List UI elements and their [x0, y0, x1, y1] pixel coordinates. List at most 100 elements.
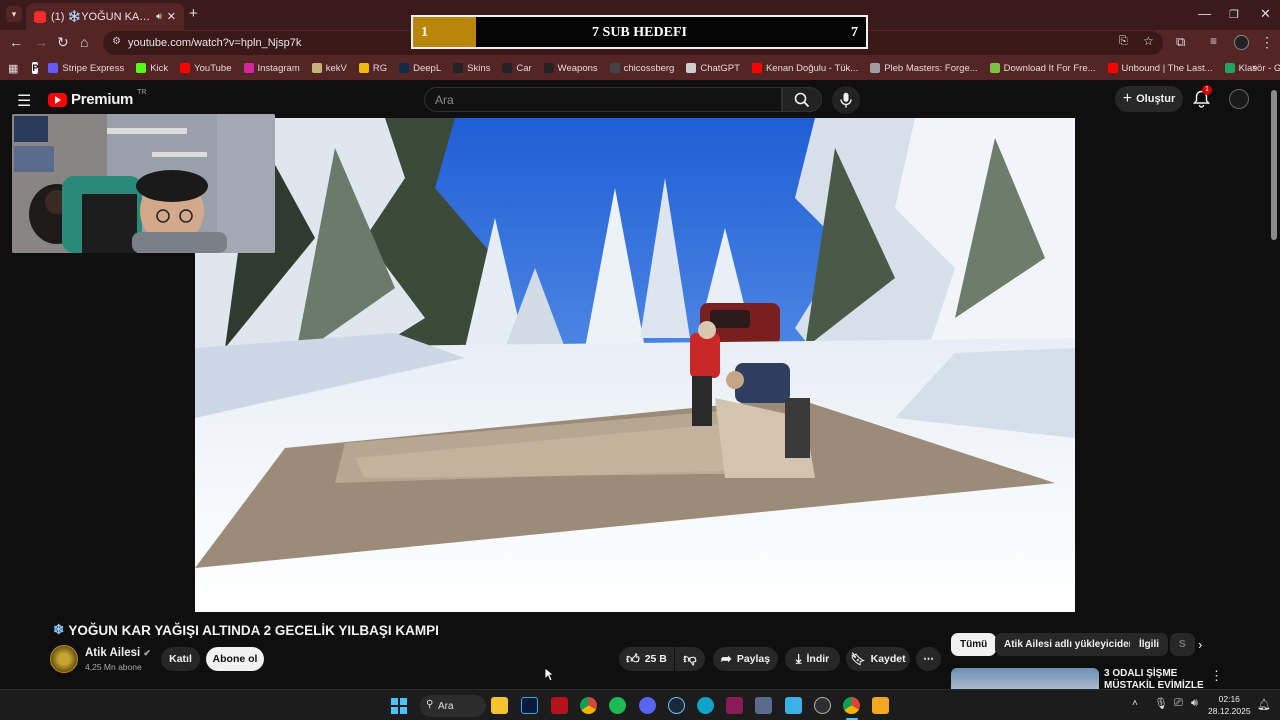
bookmark-item[interactable]: Download It For Fre... [989, 62, 1096, 74]
bookmark-label: Kenan Doğulu - Tük... [765, 62, 859, 74]
bookmark-item[interactable]: DeepL [399, 63, 441, 74]
tray-chevron-icon[interactable]: ˄ [1132, 698, 1138, 709]
photoshop-icon[interactable] [521, 697, 538, 714]
streamlabs-icon[interactable] [872, 697, 889, 714]
tab-close-icon[interactable]: ✕ [167, 10, 176, 23]
hamburger-menu-icon[interactable]: ☰ [17, 91, 31, 111]
install-app-icon[interactable]: ⎘ [1119, 35, 1128, 48]
bookmark-item[interactable]: Unbound | The Last... [1107, 63, 1213, 74]
chrome-active-icon[interactable] [843, 697, 860, 714]
chip-from-uploader[interactable]: Atik Ailesi adlı yükleyiciden [995, 633, 1144, 656]
extensions-icon[interactable]: ⧉ [1176, 34, 1185, 50]
dislike-button[interactable]: 👎︎ [675, 647, 705, 671]
save-button[interactable]: 🔖︎ Kaydet [846, 647, 910, 671]
search-input[interactable]: Ara [424, 87, 782, 112]
bookmark-favicon-icon [1107, 63, 1118, 73]
notepad-icon[interactable] [785, 697, 802, 714]
recommendation-menu-icon[interactable]: ⋮ [1210, 668, 1223, 684]
restore-icon[interactable]: ❐ [1229, 8, 1239, 21]
subscribe-button[interactable]: Abone ol [206, 647, 264, 671]
bookmark-item[interactable]: Skins [453, 63, 490, 74]
chips-next-icon[interactable]: › [1198, 637, 1202, 652]
bookmark-item[interactable]: ChatGPT [686, 63, 740, 74]
account-avatar[interactable] [1229, 89, 1249, 109]
close-window-icon[interactable]: ✕ [1260, 6, 1271, 22]
tab-search-button[interactable]: ▾ [6, 6, 22, 22]
bookmark-item[interactable]: YouTube [180, 63, 232, 74]
discord-icon[interactable] [639, 697, 656, 714]
edge-icon[interactable] [697, 697, 714, 714]
share-button[interactable]: ➦ Paylaş [713, 647, 778, 671]
tray-network-icon[interactable]: ⎚ [1174, 697, 1183, 710]
notifications-button[interactable]: 1 [1192, 85, 1212, 113]
bookmark-item[interactable]: Pleb Masters: Forge... [870, 62, 978, 74]
speaker-icon[interactable]: 🔊︎ [156, 11, 162, 22]
spotify-icon[interactable] [609, 697, 626, 714]
video-player[interactable] [195, 118, 1075, 612]
webcam-overlay [12, 114, 275, 253]
bookmark-item[interactable]: RG [358, 63, 387, 74]
bookmark-item[interactable]: Kenan Doğulu - Tük... [751, 62, 859, 74]
taskbar-search[interactable]: ⚲ Ara [420, 695, 486, 717]
windows-start-icon[interactable] [391, 698, 407, 714]
search-button[interactable] [782, 87, 822, 112]
chrome-icon[interactable] [580, 697, 597, 714]
apps-grid-icon[interactable]: ▦ [8, 62, 18, 75]
bookmark-favicon-icon [453, 63, 464, 73]
site-info-icon[interactable]: ⚙ [112, 36, 121, 47]
join-button[interactable]: Katıl [161, 647, 200, 671]
tray-mic-icon[interactable]: 🎙︎ [1154, 697, 1168, 710]
new-tab-button[interactable]: + [189, 5, 198, 22]
filezilla-icon[interactable] [551, 697, 568, 714]
obs-icon[interactable] [814, 697, 831, 714]
profile-avatar[interactable] [1234, 35, 1249, 50]
file-explorer-icon[interactable] [491, 697, 508, 714]
create-button[interactable]: + Oluştur [1115, 86, 1183, 112]
back-icon[interactable]: ← [9, 34, 23, 50]
youtube-logo[interactable]: Premium TR [48, 89, 146, 108]
more-actions-button[interactable]: ⋯ [916, 647, 941, 671]
bookmark-item[interactable]: Weapons [543, 63, 598, 74]
taskbar-search-label: Ara [438, 700, 454, 712]
taskbar-clock[interactable]: 02:16 28.12.2025 [1208, 693, 1251, 717]
browser-menu-icon[interactable]: ⋮ [1260, 34, 1274, 51]
bookmark-item[interactable]: kekV [311, 63, 347, 74]
subscriber-count: 4,25 Mn abone [85, 662, 142, 672]
app-gear-icon[interactable] [755, 697, 772, 714]
bookmark-item[interactable]: Kick [136, 63, 168, 74]
media-controls-icon[interactable]: ≡ [1210, 34, 1217, 48]
tab-title: (1) ❄️YOĞUN KAR YAĞIŞI A [51, 11, 151, 23]
like-button[interactable]: 👍︎ 25 B [619, 647, 674, 671]
notification-center-icon[interactable]: 🔔︎ [1257, 698, 1271, 711]
tab-youtube-video[interactable]: (1) ❄️YOĞUN KAR YAĞIŞI A 🔊︎ ✕ [26, 3, 184, 30]
save-label: Kaydet [870, 653, 906, 665]
chip-more[interactable]: S [1170, 633, 1195, 656]
tray-volume-icon[interactable]: 🔊︎ [1191, 697, 1198, 710]
bookmark-label: Pleb Masters: Forge... [884, 62, 978, 74]
search-icon [794, 92, 810, 107]
bookmark-item[interactable]: Car [502, 63, 532, 74]
bookmarks-overflow-icon[interactable]: » [1252, 62, 1258, 73]
page-scrollbar[interactable] [1271, 90, 1277, 240]
bookmark-item[interactable]: chicossberg [609, 63, 674, 74]
bookmark-label: DeepL [413, 62, 442, 74]
channel-name[interactable]: Atik Ailesi ✔ [85, 647, 151, 659]
download-button[interactable]: ⤓ İndir [785, 647, 840, 671]
steam-icon[interactable] [668, 697, 685, 714]
minimize-icon[interactable]: — [1198, 6, 1211, 21]
chip-all[interactable]: Tümü [951, 633, 997, 656]
bookmark-label: Download It For Fre... [1003, 62, 1096, 74]
winrar-icon[interactable] [726, 697, 743, 714]
voice-search-button[interactable] [832, 86, 860, 114]
forward-icon[interactable]: → [34, 34, 48, 50]
bookmark-item[interactable]: Instagram [243, 63, 300, 74]
bookmark-favicon-icon [609, 63, 620, 73]
channel-avatar[interactable] [50, 645, 78, 673]
reload-icon[interactable]: ↻ [57, 34, 69, 51]
pinned-p-icon[interactable]: P [32, 62, 39, 74]
recommendation-thumbnail[interactable] [951, 668, 1099, 689]
bookmark-item[interactable]: Stripe Express [48, 63, 124, 74]
chip-related[interactable]: İlgili [1130, 633, 1168, 656]
bookmark-star-icon[interactable]: ☆ [1143, 34, 1154, 48]
home-icon[interactable]: ⌂ [80, 34, 88, 50]
